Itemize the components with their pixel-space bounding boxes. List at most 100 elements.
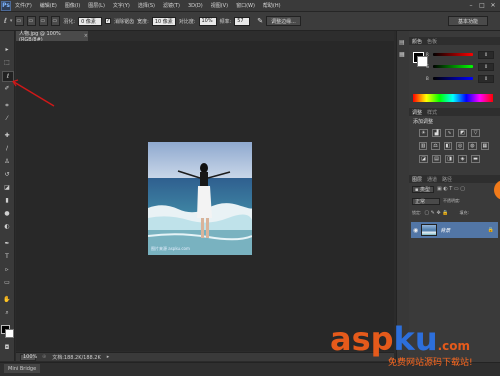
maximize-icon[interactable]: □ (477, 1, 487, 10)
quick-select-tool-icon[interactable]: ✐ (2, 84, 12, 93)
lock-icons[interactable]: ▢ ✎ ✥ 🔒 (424, 210, 448, 216)
close-tab-icon[interactable]: × (84, 33, 88, 39)
eraser-tool-icon[interactable]: ◪ (2, 183, 12, 192)
tab-swatches[interactable]: 色板 (427, 38, 437, 45)
properties-panel-icon[interactable]: ▦ (399, 51, 407, 58)
gradient-tool-icon[interactable]: ▮ (2, 196, 12, 205)
menu-filter[interactable]: 滤镜(T) (159, 2, 184, 9)
document-tab[interactable]: 人物.jpg @ 100%(RGB/8#) × (16, 31, 88, 43)
tab-channels[interactable]: 通道 (427, 176, 437, 183)
move-tool-icon[interactable]: ▸ (2, 45, 12, 54)
layer-filter-select[interactable]: ▪ 类型 (412, 185, 434, 193)
tab-color[interactable]: 颜色 (412, 38, 422, 45)
shape-tool-icon[interactable]: ▭ (2, 278, 12, 287)
menu-file[interactable]: 文件(F) (11, 2, 36, 9)
quick-mask-icon[interactable]: ◘ (2, 343, 12, 352)
menu-3d[interactable]: 3D(D) (184, 3, 207, 9)
visibility-eye-icon[interactable]: ◉ (413, 227, 418, 234)
chevron-down-icon[interactable]: ▾ (10, 18, 13, 24)
green-slider[interactable] (433, 65, 473, 68)
lasso-tool-icon[interactable]: ℓ (2, 71, 14, 82)
blue-slider[interactable] (433, 77, 473, 80)
frequency-input[interactable]: 57 (234, 16, 251, 26)
vibrance-icon[interactable]: ▽ (471, 129, 480, 137)
pen-pressure-icon[interactable]: ✎ (257, 17, 263, 25)
history-panel-icon[interactable]: ▤ (399, 39, 407, 46)
brightness-icon[interactable]: ☀ (419, 129, 428, 137)
invert-icon[interactable]: ◪ (419, 155, 428, 163)
intersect-selection-icon[interactable]: ▭ (51, 16, 61, 26)
healing-brush-tool-icon[interactable]: ✚ (2, 131, 12, 140)
history-brush-tool-icon[interactable]: ↺ (2, 170, 12, 179)
selective-color-icon[interactable]: ◈ (458, 155, 467, 163)
menu-help[interactable]: 帮助(H) (259, 2, 285, 9)
minimize-icon[interactable]: – (466, 1, 476, 10)
exposure-icon[interactable]: ◩ (458, 129, 467, 137)
menu-view[interactable]: 视图(V) (207, 2, 232, 9)
antialias-label: 消除锯齿 (114, 18, 135, 25)
threshold-icon[interactable]: ◨ (445, 155, 454, 163)
pen-tool-icon[interactable]: ✒ (2, 239, 12, 248)
levels-icon[interactable]: ▟ (432, 129, 441, 137)
width-input[interactable]: 10 像素 (151, 16, 176, 26)
fill-label: 填充: (459, 210, 469, 215)
marquee-tool-icon[interactable]: ⬚ (2, 58, 12, 67)
clone-stamp-tool-icon[interactable]: ♙ (2, 157, 12, 166)
contrast-input[interactable]: 10% (198, 16, 217, 26)
antialias-checkbox[interactable]: ✓ (105, 18, 112, 24)
blue-value[interactable]: 0 (478, 75, 494, 83)
feather-input[interactable]: 0 像素 (78, 16, 103, 26)
color-lookup-icon[interactable]: ▦ (480, 142, 489, 150)
brush-tool-icon[interactable]: ∕ (2, 144, 12, 153)
lock-label: 锁定: (412, 210, 422, 215)
menu-layer[interactable]: 图层(L) (84, 2, 109, 9)
red-slider[interactable] (433, 53, 473, 56)
layer-name[interactable]: 背景 (440, 227, 450, 234)
tab-paths[interactable]: 路径 (442, 176, 452, 183)
document-photo[interactable]: 图片来源 aspku.com (148, 142, 252, 255)
blur-tool-icon[interactable]: ● (2, 209, 12, 218)
path-select-tool-icon[interactable]: ▹ (2, 265, 12, 274)
color-balance-icon[interactable]: ⚖ (431, 142, 440, 150)
channel-mixer-icon[interactable]: ◍ (468, 142, 477, 150)
eyedropper-tool-icon[interactable]: ⁄ (2, 114, 12, 123)
canvas-area[interactable]: 图片来源 aspku.com (16, 41, 394, 351)
color-spectrum[interactable] (413, 94, 493, 102)
crop-tool-icon[interactable]: ⌗ (2, 101, 12, 110)
photo-filter-icon[interactable]: ◎ (455, 142, 465, 150)
menu-edit[interactable]: 编辑(E) (36, 2, 61, 9)
layers-panel-header: 图层 通道 路径 (409, 175, 500, 183)
menu-window[interactable]: 窗口(W) (232, 2, 259, 9)
black-white-icon[interactable]: ◧ (443, 142, 452, 150)
status-menu-arrow-icon[interactable]: ▸ (107, 354, 110, 360)
hue-saturation-icon[interactable]: ▥ (419, 142, 428, 150)
tab-adjustments[interactable]: 调整 (412, 109, 422, 116)
type-tool-icon[interactable]: T (2, 252, 12, 261)
menu-image[interactable]: 图像(I) (61, 2, 84, 9)
layer-background[interactable]: ◉ 背景 🔒 (411, 222, 498, 238)
workspace-button[interactable]: 基本功能 (448, 16, 488, 26)
filter-icons[interactable]: ▣ ◐ T ▭ ▢ (437, 186, 465, 192)
close-icon[interactable]: ✕ (488, 1, 498, 10)
posterize-icon[interactable]: ▤ (432, 155, 441, 163)
zoom-tool-icon[interactable]: ⌕ (2, 308, 12, 317)
subtract-selection-icon[interactable]: ▭ (39, 16, 49, 26)
gradient-map-icon[interactable]: ▬ (471, 155, 480, 163)
background-color-swatch[interactable] (5, 329, 14, 338)
menu-type[interactable]: 文字(Y) (109, 2, 134, 9)
mini-bridge-tab[interactable]: Mini Bridge (4, 364, 41, 373)
menu-select[interactable]: 选择(S) (134, 2, 159, 9)
blend-mode-select[interactable]: 正常 (412, 197, 440, 205)
hand-tool-icon[interactable]: ✋ (2, 295, 12, 304)
zoom-level[interactable]: 100% (20, 353, 37, 361)
dodge-tool-icon[interactable]: ◐ (2, 222, 12, 231)
new-selection-icon[interactable]: ▭ (15, 16, 25, 26)
add-selection-icon[interactable]: ▭ (27, 16, 37, 26)
tab-layers[interactable]: 图层 (412, 176, 422, 183)
magnetic-lasso-icon[interactable]: ℓ (4, 17, 7, 25)
red-value[interactable]: 0 (478, 51, 494, 59)
tab-styles[interactable]: 样式 (427, 109, 437, 116)
refine-edge-button[interactable]: 调整边缘... (266, 16, 301, 26)
curves-icon[interactable]: ∿ (445, 129, 454, 137)
green-value[interactable]: 0 (478, 63, 494, 71)
